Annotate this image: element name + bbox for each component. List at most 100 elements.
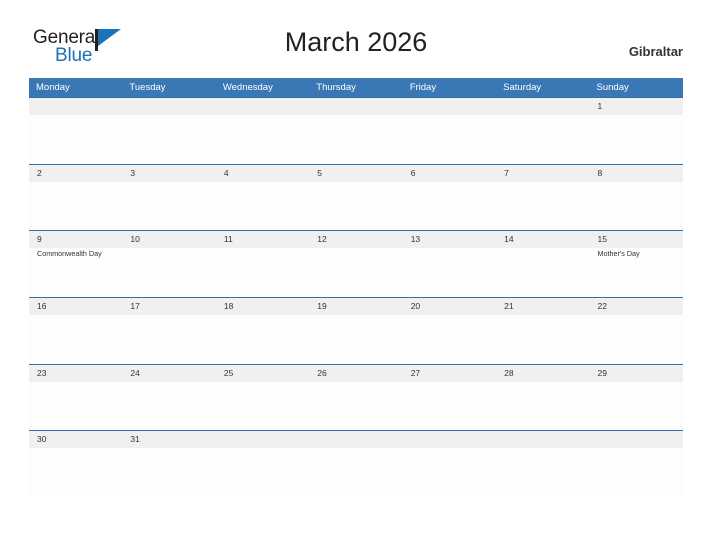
day-event[interactable] <box>590 382 683 430</box>
day-event[interactable] <box>122 248 215 296</box>
day-number[interactable]: 30 <box>29 431 122 448</box>
week-event-band <box>29 381 683 430</box>
day-number[interactable]: 24 <box>122 365 215 382</box>
day-event[interactable] <box>496 448 589 496</box>
week-date-band: 16 17 18 19 20 21 22 <box>29 298 683 316</box>
day-number[interactable]: 15 <box>590 231 683 248</box>
day-number[interactable]: 20 <box>403 298 496 315</box>
day-event[interactable] <box>216 115 309 163</box>
day-number[interactable]: 12 <box>309 231 402 248</box>
day-event[interactable] <box>403 448 496 496</box>
day-number[interactable] <box>122 98 215 115</box>
day-number[interactable] <box>309 98 402 115</box>
day-number[interactable]: 1 <box>590 98 683 115</box>
day-event[interactable] <box>496 248 589 296</box>
week-date-band: 2 3 4 5 6 7 8 <box>29 164 683 182</box>
day-number[interactable]: 11 <box>216 231 309 248</box>
day-number[interactable] <box>590 431 683 448</box>
calendar-week-row: 2 3 4 5 6 7 8 <box>29 163 683 231</box>
day-event[interactable] <box>496 382 589 430</box>
day-event[interactable] <box>590 448 683 496</box>
day-number[interactable] <box>403 98 496 115</box>
calendar-week-row: 30 31 <box>29 430 683 497</box>
day-event[interactable] <box>403 115 496 163</box>
day-number[interactable]: 3 <box>122 165 215 182</box>
day-event[interactable] <box>590 115 683 163</box>
day-number[interactable]: 29 <box>590 365 683 382</box>
day-number[interactable]: 16 <box>29 298 122 315</box>
day-number[interactable]: 22 <box>590 298 683 315</box>
day-number[interactable]: 7 <box>496 165 589 182</box>
day-number[interactable]: 2 <box>29 165 122 182</box>
day-event[interactable] <box>309 448 402 496</box>
day-number[interactable] <box>29 98 122 115</box>
day-event[interactable] <box>309 382 402 430</box>
day-number[interactable] <box>216 98 309 115</box>
day-number[interactable] <box>403 431 496 448</box>
day-number[interactable]: 17 <box>122 298 215 315</box>
weekday-header-row: Monday Tuesday Wednesday Thursday Friday… <box>29 78 683 97</box>
day-number[interactable]: 28 <box>496 365 589 382</box>
day-number[interactable]: 13 <box>403 231 496 248</box>
day-event[interactable] <box>29 448 122 496</box>
day-number[interactable] <box>216 431 309 448</box>
calendar-grid: Monday Tuesday Wednesday Thursday Friday… <box>29 78 683 497</box>
day-number[interactable]: 23 <box>29 365 122 382</box>
day-event[interactable] <box>590 315 683 363</box>
day-number[interactable]: 10 <box>122 231 215 248</box>
page-title: March 2026 <box>284 27 428 57</box>
day-event[interactable] <box>309 182 402 230</box>
day-number[interactable]: 27 <box>403 365 496 382</box>
day-event[interactable] <box>122 182 215 230</box>
day-event[interactable] <box>309 248 402 296</box>
week-date-band: 30 31 <box>29 431 683 449</box>
day-event[interactable] <box>309 315 402 363</box>
week-date-band: 9 10 11 12 13 14 15 <box>29 231 683 249</box>
day-event[interactable] <box>29 382 122 430</box>
day-number[interactable]: 4 <box>216 165 309 182</box>
weekday-friday: Friday <box>409 82 437 93</box>
day-number[interactable]: 9 <box>29 231 122 248</box>
day-event[interactable] <box>122 382 215 430</box>
day-event[interactable] <box>29 115 122 163</box>
day-event[interactable] <box>122 315 215 363</box>
day-event[interactable] <box>403 182 496 230</box>
day-event[interactable] <box>403 248 496 296</box>
calendar-page: General Blue March 2026 Gibraltar Monday… <box>0 0 712 550</box>
day-event[interactable] <box>122 115 215 163</box>
day-number[interactable]: 26 <box>309 365 402 382</box>
week-date-band: 1 <box>29 98 683 115</box>
weekday-tuesday: Tuesday <box>129 82 166 93</box>
day-event[interactable] <box>309 115 402 163</box>
day-event[interactable] <box>496 315 589 363</box>
day-event[interactable] <box>403 382 496 430</box>
day-number[interactable]: 8 <box>590 165 683 182</box>
day-event[interactable] <box>216 248 309 296</box>
day-event[interactable] <box>216 382 309 430</box>
day-number[interactable]: 5 <box>309 165 402 182</box>
day-number[interactable]: 25 <box>216 365 309 382</box>
day-number[interactable] <box>496 431 589 448</box>
day-event[interactable]: Mother's Day <box>590 248 683 296</box>
day-number[interactable]: 18 <box>216 298 309 315</box>
day-number[interactable] <box>496 98 589 115</box>
day-event[interactable]: Commonwealth Day <box>29 248 122 296</box>
week-event-band <box>29 181 683 230</box>
week-event-band: Commonwealth Day Mother's Day <box>29 248 683 297</box>
day-event[interactable] <box>216 182 309 230</box>
day-event[interactable] <box>590 182 683 230</box>
day-number[interactable]: 14 <box>496 231 589 248</box>
day-number[interactable]: 6 <box>403 165 496 182</box>
day-event[interactable] <box>403 315 496 363</box>
day-event[interactable] <box>496 115 589 163</box>
day-number[interactable] <box>309 431 402 448</box>
day-number[interactable]: 21 <box>496 298 589 315</box>
day-number[interactable]: 19 <box>309 298 402 315</box>
day-number[interactable]: 31 <box>122 431 215 448</box>
day-event[interactable] <box>122 448 215 496</box>
day-event[interactable] <box>216 448 309 496</box>
day-event[interactable] <box>496 182 589 230</box>
day-event[interactable] <box>29 315 122 363</box>
day-event[interactable] <box>216 315 309 363</box>
day-event[interactable] <box>29 182 122 230</box>
